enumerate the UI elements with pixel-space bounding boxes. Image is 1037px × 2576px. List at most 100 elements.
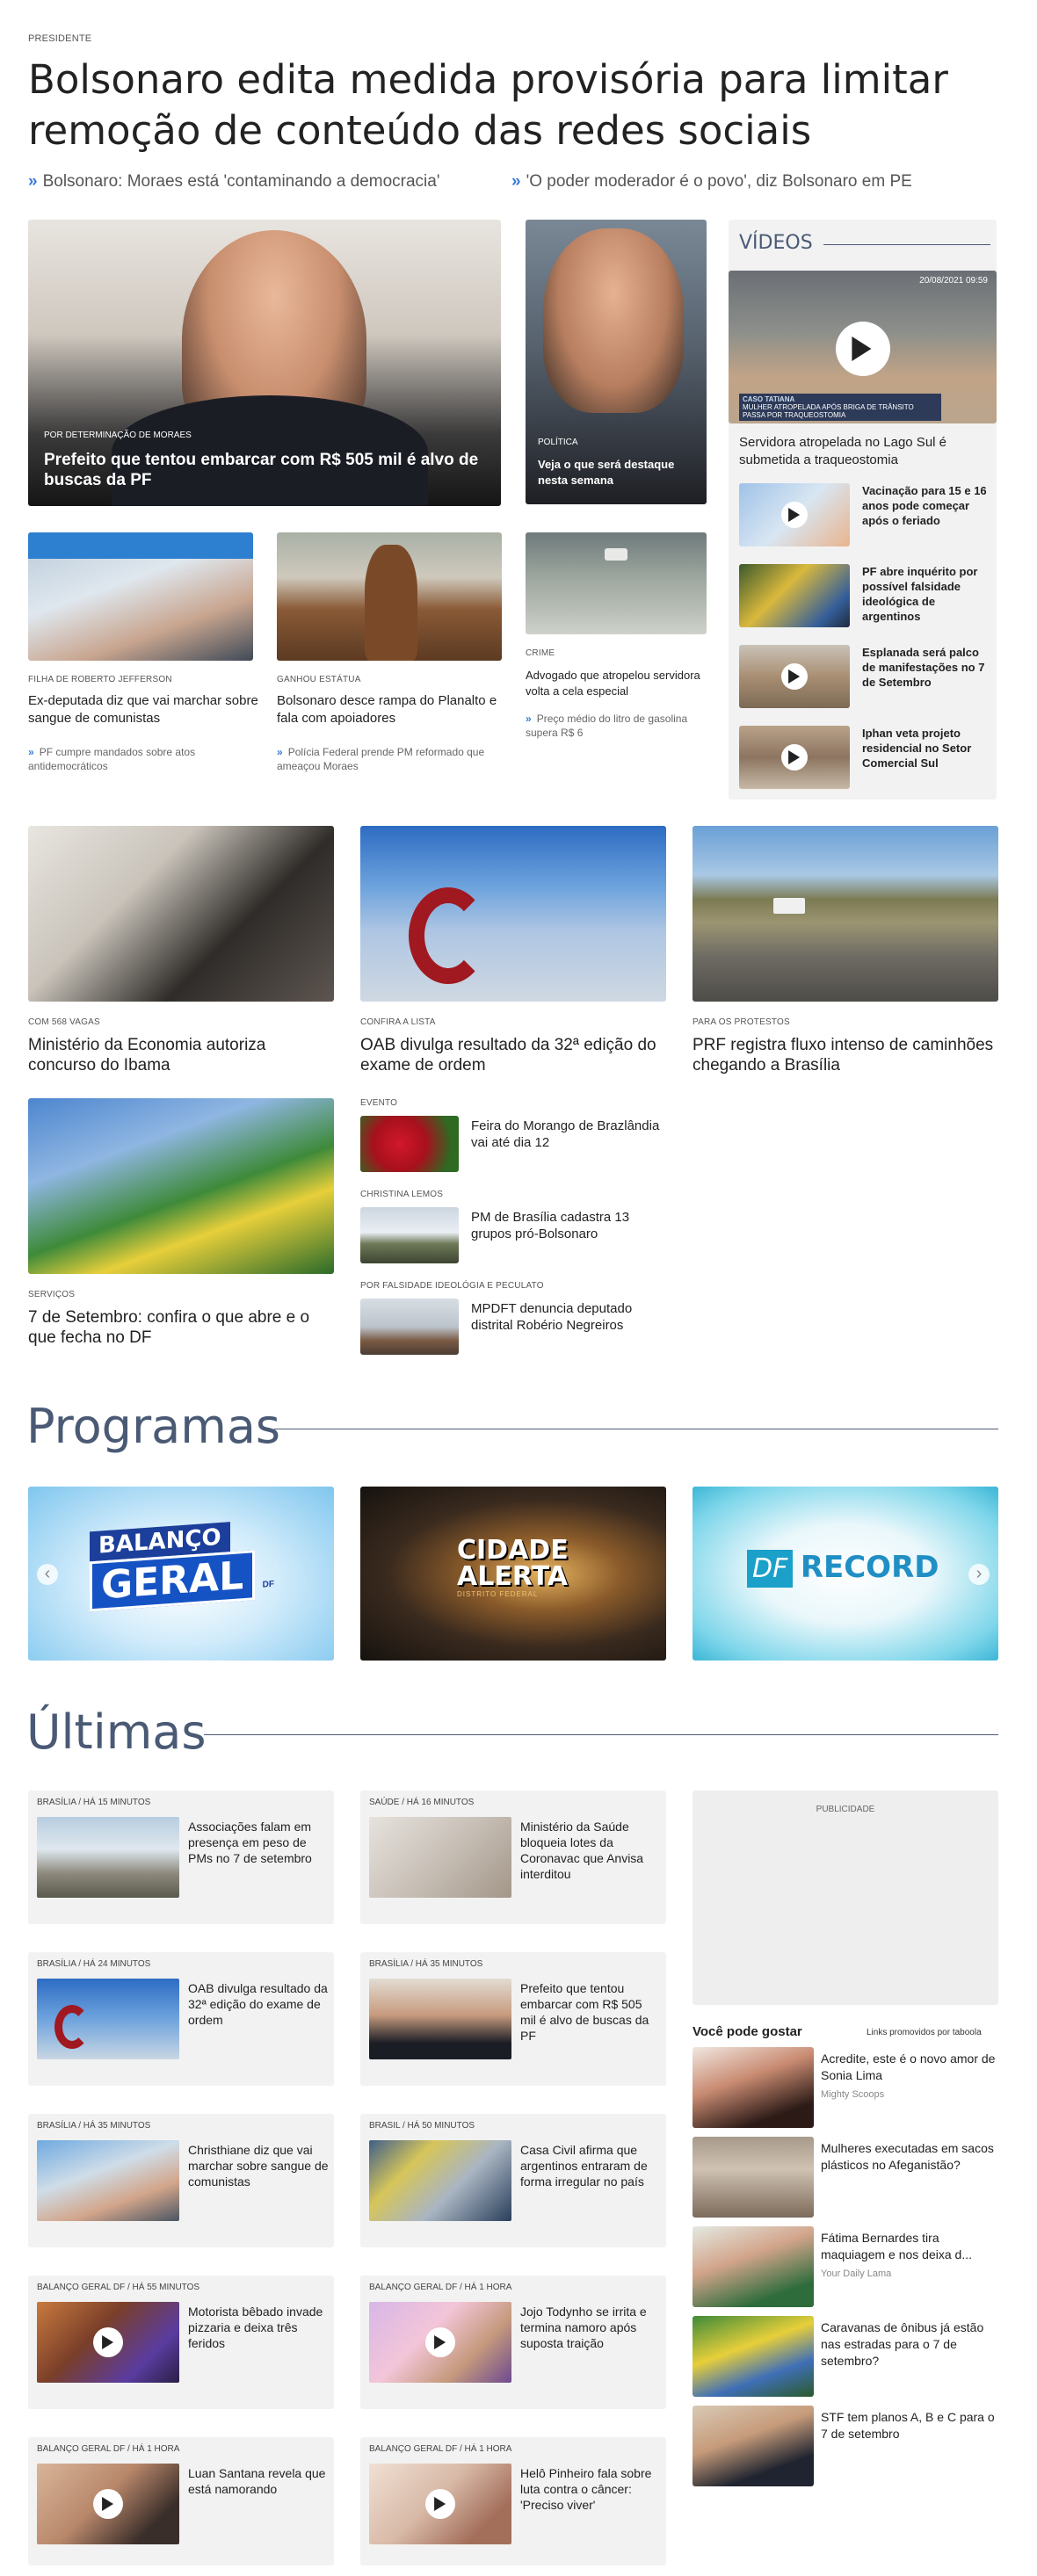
row2-sub-1[interactable]: PF cumpre mandados sobre atos antidemocr… — [28, 745, 258, 773]
ultimas-card-image[interactable] — [369, 1979, 511, 2059]
ultimas-card[interactable]: BRASIL / HÁ 50 MINUTOS Casa Civil afirma… — [360, 2114, 666, 2247]
ad-slot[interactable]: PUBLICIDADE — [693, 1791, 998, 2005]
feature-main-card[interactable]: POR DETERMINAÇÃO DE MORAES Prefeito que … — [28, 220, 501, 506]
truck-shape — [773, 898, 805, 914]
ultimas-card-image[interactable] — [369, 1817, 511, 1898]
small-image-2[interactable] — [360, 1207, 459, 1263]
play-icon[interactable] — [425, 2327, 455, 2357]
play-icon[interactable] — [425, 2489, 455, 2519]
taboola-image[interactable] — [693, 2226, 814, 2307]
play-icon[interactable] — [781, 663, 808, 690]
ultimas-card-image[interactable] — [37, 2140, 179, 2221]
small-title-3[interactable]: MPDFT denuncia deputado distrital Robéri… — [471, 1300, 664, 1334]
ultimas-card[interactable]: BRASÍLIA / HÁ 24 MINUTOS OAB divulga res… — [28, 1952, 334, 2086]
program-card-cidade-alerta[interactable]: CIDADE ALERTA DISTRITO FEDERAL — [360, 1487, 666, 1661]
taboola-image[interactable] — [693, 2316, 814, 2397]
ultimas-card-title[interactable]: Casa Civil afirma que argentinos entrara… — [520, 2142, 661, 2189]
ultimas-card[interactable]: BALANÇO GERAL DF / HÁ 1 HORA Luan Santan… — [28, 2437, 334, 2565]
feature-side-title[interactable]: Veja o que será destaque nesta semana — [538, 457, 696, 488]
row2-image-2[interactable] — [277, 532, 502, 661]
grid3-title-1[interactable]: Ministério da Economia autoriza concurso… — [28, 1035, 334, 1075]
ultimas-card-title[interactable]: Luan Santana revela que está namorando — [188, 2465, 329, 2497]
ultimas-card-title[interactable]: Prefeito que tentou embarcar com R$ 505 … — [520, 1980, 661, 2044]
video-item-3-title[interactable]: Esplanada será palco de manifestações no… — [862, 645, 990, 690]
taboola-image[interactable] — [693, 2137, 814, 2218]
small-title-1[interactable]: Feira do Morango de Brazlândia vai até d… — [471, 1118, 664, 1151]
videos-main-title[interactable]: Servidora atropelada no Lago Sul é subme… — [739, 434, 990, 469]
row2-image-3[interactable] — [526, 532, 707, 634]
ultimas-card-title[interactable]: Ministério da Saúde bloqueia lotes da Co… — [520, 1819, 661, 1882]
ultimas-card-title[interactable]: Christhiane diz que vai marchar sobre sa… — [188, 2142, 329, 2189]
ultimas-card-image[interactable] — [369, 2302, 511, 2383]
small-image-3[interactable] — [360, 1299, 459, 1355]
video-item-2-thumb[interactable] — [739, 564, 850, 627]
ultimas-card-image[interactable] — [37, 1817, 179, 1898]
feature-side-card[interactable]: POLÍTICA Veja o que será destaque nesta … — [526, 220, 707, 504]
play-icon[interactable] — [836, 322, 890, 376]
ultimas-card-title[interactable]: Motorista bêbado invade pizzaria e deixa… — [188, 2304, 329, 2351]
taboola-image[interactable] — [693, 2047, 814, 2128]
taboola-image[interactable] — [693, 2406, 814, 2486]
row2-title-3[interactable]: Advogado que atropelou servidora volta a… — [526, 668, 710, 699]
ultimas-card-kicker: BALANÇO GERAL DF / HÁ 1 HORA — [37, 2444, 180, 2454]
video-item-2-title[interactable]: PF abre inquérito por possível falsidade… — [862, 564, 990, 624]
play-icon[interactable] — [781, 502, 808, 528]
taboola-item-title[interactable]: Acredite, este é o novo amor de Sonia Li… — [821, 2051, 997, 2084]
ultimas-card-image[interactable] — [369, 2140, 511, 2221]
hero-related-1[interactable]: Bolsonaro: Moraes está 'contaminando a d… — [28, 172, 440, 192]
ultimas-card[interactable]: BALANÇO GERAL DF / HÁ 1 HORA Jojo Todynh… — [360, 2276, 666, 2409]
ultimas-card-kicker: BALANÇO GERAL DF / HÁ 55 MINUTOS — [37, 2283, 200, 2292]
services-image[interactable] — [28, 1098, 334, 1274]
videos-main-overlay-line1: CASO TATIANA — [743, 395, 795, 403]
row2-image-1[interactable] — [28, 532, 253, 661]
video-item-3-thumb[interactable] — [739, 645, 850, 708]
ultimas-card[interactable]: BRASÍLIA / HÁ 35 MINUTOS Prefeito que te… — [360, 1952, 666, 2086]
play-icon[interactable] — [781, 744, 808, 771]
video-item-1-title[interactable]: Vacinação para 15 e 16 anos pode começar… — [862, 483, 990, 528]
ultimas-card[interactable]: SAÚDE / HÁ 16 MINUTOS Ministério da Saúd… — [360, 1791, 666, 1924]
hero-related-2[interactable]: 'O poder moderador é o povo', diz Bolson… — [511, 172, 912, 192]
taboola-item-title[interactable]: Caravanas de ônibus já estão nas estrada… — [821, 2319, 997, 2370]
grid3-image-1[interactable] — [28, 826, 334, 1002]
grid3-image-2[interactable] — [360, 826, 666, 1002]
cidade-alerta-tag: DISTRITO FEDERAL — [457, 1590, 539, 1598]
play-icon[interactable] — [93, 2489, 123, 2519]
row2-sub-2[interactable]: Polícia Federal prende PM reformado que … — [277, 745, 507, 773]
video-item-4-thumb[interactable] — [739, 726, 850, 789]
hero-headline[interactable]: Bolsonaro edita medida provisória para l… — [28, 54, 960, 156]
grid3-title-2[interactable]: OAB divulga resultado da 32ª edição do e… — [360, 1035, 666, 1075]
ultimas-card[interactable]: BALANÇO GERAL DF / HÁ 1 HORA Helô Pinhei… — [360, 2437, 666, 2565]
videos-main-thumb[interactable]: 20/08/2021 09:59 CASO TATIANA MULHER ATR… — [729, 271, 997, 423]
ultimas-card-title[interactable]: Jojo Todynho se irrita e termina namoro … — [520, 2304, 661, 2351]
carousel-prev-button[interactable]: ‹ — [37, 1564, 58, 1585]
taboola-item-title[interactable]: Fátima Bernardes tira maquiagem e nos de… — [821, 2230, 997, 2263]
row2-title-2[interactable]: Bolsonaro desce rampa do Planalto e fala… — [277, 692, 507, 727]
video-item-1-thumb[interactable] — [739, 483, 850, 546]
small-image-1[interactable] — [360, 1116, 459, 1172]
ultimas-card[interactable]: BRASÍLIA / HÁ 35 MINUTOS Christhiane diz… — [28, 2114, 334, 2247]
services-title[interactable]: 7 de Setembro: confira o que abre e o qu… — [28, 1307, 334, 1348]
row2-title-1[interactable]: Ex-deputada diz que vai marchar sobre sa… — [28, 692, 258, 727]
video-item-4-title[interactable]: Iphan veta projeto residencial no Setor … — [862, 726, 990, 771]
ultimas-card-title[interactable]: Associações falam em presença em peso de… — [188, 1819, 329, 1866]
small-title-2[interactable]: PM de Brasília cadastra 13 grupos pró-Bo… — [471, 1209, 664, 1242]
ultimas-card-title[interactable]: OAB divulga resultado da 32ª edição do e… — [188, 1980, 329, 2028]
ultimas-card-image[interactable] — [37, 1979, 179, 2059]
taboola-item-title[interactable]: STF tem planos A, B e C para o 7 de sete… — [821, 2409, 997, 2442]
ultimas-card[interactable]: BALANÇO GERAL DF / HÁ 55 MINUTOS Motoris… — [28, 2276, 334, 2409]
taboola-promo[interactable]: Links promovidos por taboola — [867, 2028, 982, 2037]
ultimas-card-image[interactable] — [37, 2302, 179, 2383]
program-card-df-record[interactable]: DF RECORD › — [693, 1487, 998, 1661]
ultimas-card-image[interactable] — [369, 2464, 511, 2544]
grid3-title-3[interactable]: PRF registra fluxo intenso de caminhões … — [693, 1035, 998, 1075]
play-icon[interactable] — [93, 2327, 123, 2357]
program-card-balanco[interactable]: BALANÇO GERAL DF ‹ — [28, 1487, 334, 1661]
row2-sub-3[interactable]: Preço médio do litro de gasolina supera … — [526, 712, 710, 740]
grid3-image-3[interactable] — [693, 826, 998, 1002]
ultimas-card-title[interactable]: Helô Pinheiro fala sobre luta contra o c… — [520, 2465, 661, 2513]
ultimas-card[interactable]: BRASÍLIA / HÁ 15 MINUTOS Associações fal… — [28, 1791, 334, 1924]
ultimas-card-image[interactable] — [37, 2464, 179, 2544]
carousel-next-button[interactable]: › — [968, 1564, 990, 1585]
taboola-item-title[interactable]: Mulheres executadas em sacos plásticos n… — [821, 2140, 997, 2174]
feature-main-title[interactable]: Prefeito que tentou embarcar com R$ 505 … — [44, 450, 483, 490]
